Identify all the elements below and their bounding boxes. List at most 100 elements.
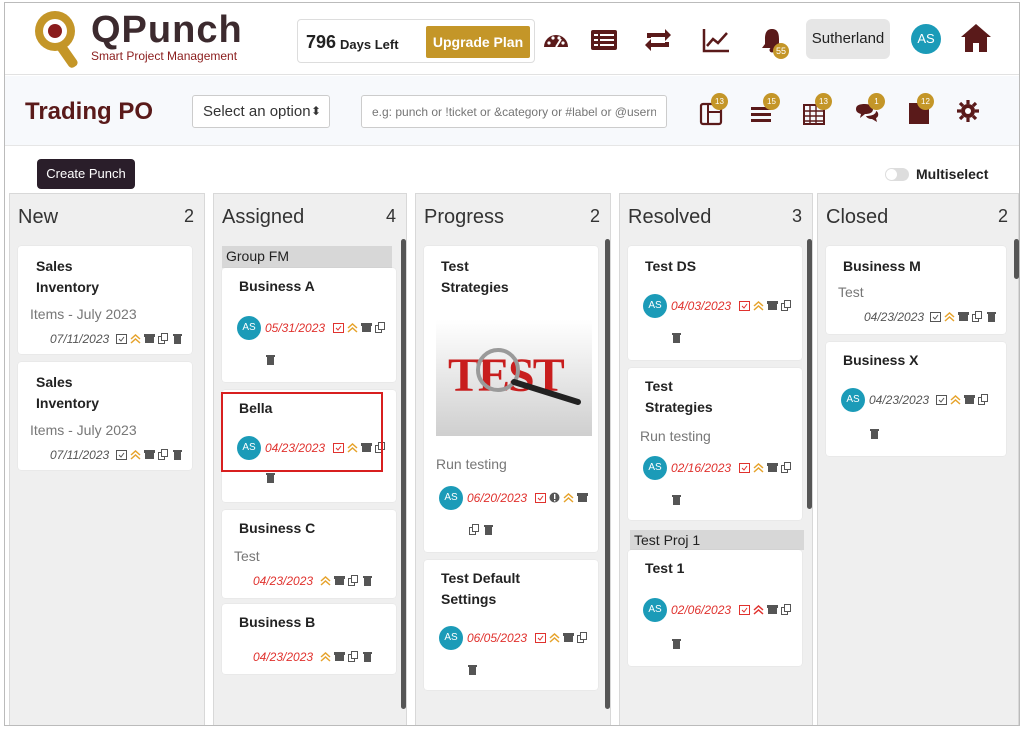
column-progress: Progress 2 Test Strategies TEST Run test… <box>415 193 611 725</box>
scrollbar[interactable] <box>401 239 406 709</box>
card-date: 07/11/2023 <box>50 448 110 462</box>
copy-icon[interactable] <box>781 462 792 473</box>
assignee-avatar[interactable]: AS <box>439 626 463 650</box>
filter-select[interactable]: Select an option ⬍ <box>192 95 330 128</box>
copy-icon[interactable] <box>375 322 386 333</box>
list-tasks-badge: 15 <box>763 93 780 110</box>
assignee-avatar[interactable]: AS <box>237 316 261 340</box>
assignee-avatar[interactable]: AS <box>643 598 667 622</box>
info-icon[interactable] <box>549 492 560 503</box>
trash-icon[interactable] <box>172 449 183 460</box>
upgrade-plan-button[interactable]: Upgrade Plan <box>426 26 530 58</box>
calendar-check-icon[interactable] <box>739 462 750 473</box>
create-punch-button[interactable]: Create Punch <box>37 159 135 189</box>
dashboard-icon[interactable] <box>541 25 571 55</box>
archive-icon[interactable] <box>767 604 778 615</box>
punch-card[interactable]: Test Strategies TEST Run testing AS 06/2… <box>424 246 598 552</box>
copy-icon[interactable] <box>978 394 989 405</box>
archive-icon[interactable] <box>577 492 588 503</box>
punch-card[interactable]: Business B 04/23/2023 <box>222 604 396 674</box>
copy-icon[interactable] <box>577 632 588 643</box>
search-input[interactable] <box>361 95 667 128</box>
archive-icon[interactable] <box>767 462 778 473</box>
assignee-avatar[interactable]: AS <box>643 294 667 318</box>
multiselect-toggle[interactable] <box>885 168 909 181</box>
trash-icon[interactable] <box>362 651 373 662</box>
home-icon[interactable] <box>959 21 993 55</box>
trash-icon[interactable] <box>467 664 478 675</box>
trash-icon[interactable] <box>671 494 682 505</box>
sync-icon[interactable] <box>643 25 673 55</box>
punch-card[interactable]: Sales Inventory Items - July 2023 07/11/… <box>18 246 192 354</box>
archive-icon[interactable] <box>964 394 975 405</box>
qpunch-logo[interactable]: QPunch Smart Project Management <box>29 7 242 71</box>
copy-icon[interactable] <box>158 333 169 344</box>
trash-icon[interactable] <box>671 332 682 343</box>
assignee-avatar[interactable]: AS <box>841 388 865 412</box>
calendar-check-icon[interactable] <box>936 394 947 405</box>
trash-icon[interactable] <box>671 638 682 649</box>
card-image: TEST <box>436 320 592 436</box>
user-avatar[interactable]: AS <box>911 24 941 54</box>
archive-icon[interactable] <box>361 322 372 333</box>
punch-card[interactable]: Test Default Settings AS 06/05/2023 <box>424 560 598 690</box>
card-subtitle: Items - July 2023 <box>30 422 137 438</box>
calendar-check-icon[interactable] <box>116 449 127 460</box>
trash-icon[interactable] <box>869 428 880 439</box>
archive-icon[interactable] <box>563 632 574 643</box>
archive-icon[interactable] <box>958 311 969 322</box>
trash-icon[interactable] <box>986 311 997 322</box>
priority-high-icon <box>753 604 764 615</box>
card-actions <box>320 575 373 586</box>
archive-icon[interactable] <box>144 333 155 344</box>
copy-icon[interactable] <box>781 604 792 615</box>
copy-icon[interactable] <box>469 524 480 535</box>
copy-icon[interactable] <box>348 651 359 662</box>
copy-icon[interactable] <box>972 311 983 322</box>
trash-icon[interactable] <box>265 472 276 483</box>
card-title: Test DS <box>645 258 697 274</box>
calendar-check-icon[interactable] <box>739 300 750 311</box>
company-switcher[interactable]: Sutherland <box>806 19 890 59</box>
card-actions <box>936 394 989 405</box>
card-date: 04/23/2023 <box>869 393 930 407</box>
calendar-check-icon[interactable] <box>333 322 344 333</box>
calendar-check-icon[interactable] <box>535 492 546 503</box>
punch-card[interactable]: Business X AS 04/23/2023 <box>826 342 1006 456</box>
archive-icon[interactable] <box>144 449 155 460</box>
card-subtitle: Run testing <box>640 428 711 444</box>
archive-icon[interactable] <box>334 575 345 586</box>
card-title: Business M <box>843 258 921 274</box>
trash-icon[interactable] <box>362 575 373 586</box>
archive-icon[interactable] <box>334 651 345 662</box>
analytics-icon[interactable] <box>701 25 731 55</box>
trash-icon[interactable] <box>483 524 494 535</box>
assignee-avatar[interactable]: AS <box>643 456 667 480</box>
calendar-check-icon[interactable] <box>535 632 546 643</box>
priority-up-icon <box>950 394 961 405</box>
scrollbar[interactable] <box>1014 239 1019 279</box>
settings-gear-icon[interactable] <box>955 98 981 124</box>
assignee-avatar[interactable]: AS <box>439 486 463 510</box>
column-title: Resolved <box>628 206 712 228</box>
trash-icon[interactable] <box>172 333 183 344</box>
calendar-check-icon[interactable] <box>930 311 941 322</box>
trash-icon[interactable] <box>265 354 276 365</box>
punch-card[interactable]: Business A AS 05/31/2023 <box>222 268 396 382</box>
scrollbar[interactable] <box>807 239 812 509</box>
calendar-check-icon[interactable] <box>739 604 750 615</box>
filter-select-value: Select an option <box>203 103 311 120</box>
copy-icon[interactable] <box>781 300 792 311</box>
calendar-check-icon[interactable] <box>116 333 127 344</box>
scrollbar[interactable] <box>605 239 610 709</box>
list-view-icon[interactable] <box>589 25 619 55</box>
archive-icon[interactable] <box>767 300 778 311</box>
punch-card[interactable]: Sales Inventory Items - July 2023 07/11/… <box>18 362 192 470</box>
copy-icon[interactable] <box>348 575 359 586</box>
copy-icon[interactable] <box>158 449 169 460</box>
punch-card[interactable]: Test Strategies Run testing AS 02/16/202… <box>628 368 802 520</box>
punch-card[interactable]: Test 1 AS 02/06/2023 <box>628 550 802 666</box>
punch-card[interactable]: Test DS AS 04/03/2023 <box>628 246 802 360</box>
punch-card[interactable]: Business M Test 04/23/2023 <box>826 246 1006 334</box>
punch-card[interactable]: Business C Test 04/23/2023 <box>222 510 396 598</box>
